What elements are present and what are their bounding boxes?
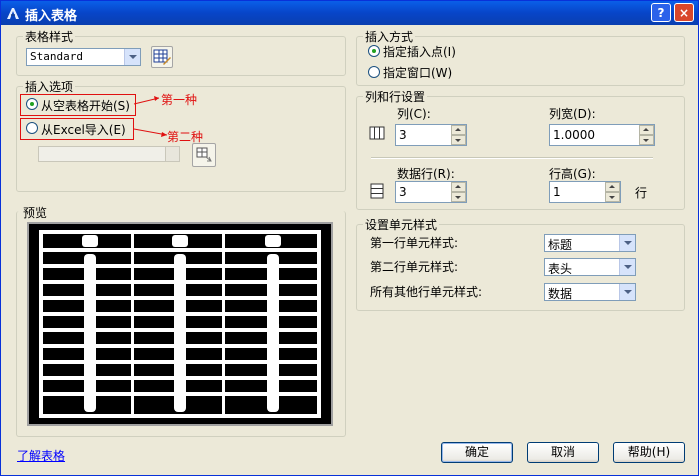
radio-empty-table-label[interactable]: 从空表格开始(S) xyxy=(41,97,130,114)
insert-table-dialog: 插入表格 ? × 表格样式 Standard 插入选项 从空表格开始(S) 从E… xyxy=(0,0,699,476)
row-height-label: 行高(G): xyxy=(549,167,596,181)
rows-icon xyxy=(370,183,384,199)
rows-cols-separator xyxy=(371,157,653,159)
data-rows-spinner[interactable]: 3 xyxy=(395,181,467,203)
table-preview xyxy=(27,222,333,426)
chevron-down-icon[interactable] xyxy=(619,284,635,300)
table-style-label: 表格样式 xyxy=(23,28,76,45)
second-row-style-select[interactable]: 表头 xyxy=(544,258,636,276)
col-width-label: 列宽(D): xyxy=(549,107,596,121)
first-row-style-select[interactable]: 标题 xyxy=(544,234,636,252)
window-title: 插入表格 xyxy=(25,9,78,24)
columns-down-arrow-icon[interactable] xyxy=(451,135,466,145)
title-bar[interactable]: 插入表格 ? × xyxy=(1,1,698,25)
row-height-value[interactable]: 1 xyxy=(553,185,561,199)
help-button[interactable]: 帮助(H) xyxy=(613,442,685,463)
second-row-style-label: 第二行单元样式: xyxy=(370,260,459,274)
row-height-spinner[interactable]: 1 xyxy=(549,181,621,203)
data-rows-value[interactable]: 3 xyxy=(399,185,407,199)
rows-cols-label: 列和行设置 xyxy=(363,88,428,105)
col-width-down-arrow-icon[interactable] xyxy=(639,135,654,145)
columns-spinner[interactable]: 3 xyxy=(395,124,467,146)
row-unit-label: 行 xyxy=(635,186,648,200)
annotation-label-1: 第一种 xyxy=(161,93,198,107)
chevron-down-icon[interactable] xyxy=(619,235,635,251)
columns-label: 列(C): xyxy=(397,107,431,121)
radio-from-excel[interactable] xyxy=(26,122,38,134)
radio-insert-window-label[interactable]: 指定窗口(W) xyxy=(383,64,452,81)
radio-empty-table[interactable] xyxy=(26,98,38,110)
excel-file-input xyxy=(38,146,180,162)
other-rows-style-label: 所有其他行单元样式: xyxy=(370,285,483,299)
col-width-up-arrow-icon[interactable] xyxy=(639,125,654,135)
table-preview-drawing xyxy=(39,230,321,418)
first-row-style-value: 标题 xyxy=(548,238,573,252)
chevron-down-icon[interactable] xyxy=(124,49,140,65)
autocad-app-icon xyxy=(7,8,19,19)
col-width-value[interactable]: 1.0000 xyxy=(553,128,595,142)
col-width-spinner[interactable]: 1.0000 xyxy=(549,124,655,146)
row-height-up-arrow-icon[interactable] xyxy=(605,182,620,192)
table-style-select[interactable]: Standard xyxy=(26,48,141,66)
row-height-down-arrow-icon[interactable] xyxy=(605,192,620,202)
columns-value[interactable]: 3 xyxy=(399,128,407,142)
second-row-style-value: 表头 xyxy=(548,262,573,276)
table-style-value: Standard xyxy=(30,50,83,63)
title-close-button[interactable]: × xyxy=(674,3,694,22)
other-rows-style-select[interactable]: 数据 xyxy=(544,283,636,301)
columns-up-arrow-icon[interactable] xyxy=(451,125,466,135)
excel-link-button[interactable] xyxy=(192,143,216,167)
chevron-down-icon[interactable] xyxy=(619,259,635,275)
table-edit-icon xyxy=(153,49,171,65)
data-rows-label: 数据行(R): xyxy=(397,167,455,181)
radio-insert-window[interactable] xyxy=(368,66,380,78)
other-rows-style-value: 数据 xyxy=(548,287,573,301)
table-style-dialog-button[interactable] xyxy=(151,46,173,68)
title-help-button[interactable]: ? xyxy=(651,3,671,22)
columns-icon xyxy=(369,126,385,140)
radio-insert-point[interactable] xyxy=(368,45,380,57)
data-link-icon xyxy=(196,147,212,162)
data-rows-down-arrow-icon[interactable] xyxy=(451,192,466,202)
data-rows-up-arrow-icon[interactable] xyxy=(451,182,466,192)
radio-insert-point-label[interactable]: 指定插入点(I) xyxy=(383,43,456,60)
insert-options-label: 插入选项 xyxy=(23,78,76,95)
radio-from-excel-label[interactable]: 从Excel导入(E) xyxy=(41,121,126,138)
cancel-button[interactable]: 取消 xyxy=(527,442,599,463)
learn-tables-link[interactable]: 了解表格 xyxy=(17,447,65,464)
ok-button[interactable]: 确定 xyxy=(441,442,513,463)
first-row-style-label: 第一行单元样式: xyxy=(370,236,459,250)
cell-styles-label: 设置单元样式 xyxy=(363,216,440,233)
